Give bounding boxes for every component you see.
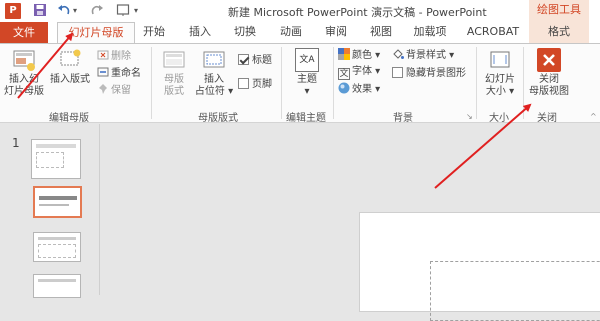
title-checkbox[interactable]: 标题	[238, 54, 272, 68]
group-divider	[333, 47, 334, 119]
undo-dropdown-icon[interactable]: ▾	[73, 3, 77, 19]
tab-view[interactable]: 视图	[364, 22, 398, 43]
drawing-tools-context-title: 绘图工具	[529, 0, 589, 22]
rename-button[interactable]: 重命名	[97, 66, 141, 81]
thumbnail-title-line	[38, 237, 76, 240]
layout-thumbnail-selected[interactable]	[33, 186, 82, 218]
thumbnail-body-box	[36, 152, 64, 168]
dropdown-arrow-icon: ▾	[446, 50, 455, 61]
close-master-view-button[interactable]: 关闭 母版视图	[527, 48, 571, 98]
dropdown-arrow-icon: ▾	[304, 86, 310, 97]
theme-icon: 文A	[295, 48, 319, 72]
slide-size-icon	[488, 48, 512, 72]
tab-review[interactable]: 审阅	[319, 22, 353, 43]
tab-transitions[interactable]: 切换	[228, 22, 262, 43]
master-layout-icon	[162, 48, 186, 72]
font-icon: 文	[338, 68, 350, 80]
group-label-close: 关闭	[537, 113, 557, 124]
color-palette-icon	[338, 48, 350, 60]
collapse-ribbon-icon[interactable]: ^	[590, 112, 597, 121]
footer-checkbox[interactable]: 页脚	[238, 78, 272, 92]
effects-button[interactable]: 效果 ▾	[338, 82, 380, 97]
close-icon	[537, 48, 561, 72]
colors-button[interactable]: 颜色 ▾	[338, 48, 380, 63]
thumbnail-title-line	[38, 279, 76, 282]
insert-slide-master-button[interactable]: 插入幻 灯片母版	[2, 48, 46, 98]
master-layout-button[interactable]: 母版 版式	[156, 48, 192, 98]
dialog-launcher-icon[interactable]: ↘	[466, 112, 473, 121]
fonts-button[interactable]: 文字体 ▾	[338, 65, 380, 80]
theme-button[interactable]: 文A 主题 ▾	[289, 48, 325, 98]
group-label-master-layout: 母版版式	[198, 113, 238, 124]
group-label-background: 背景	[393, 113, 413, 124]
insert-placeholder-button[interactable]: 插入 占位符 ▾	[194, 48, 234, 98]
ribbon: 插入幻 灯片母版 插入版式 删除 重命名 保留 编辑母版 母版 版式 插入 占位…	[0, 43, 600, 124]
slide-master-thumbnail[interactable]	[31, 139, 81, 179]
delete-icon	[97, 49, 109, 61]
pin-icon	[97, 83, 109, 95]
save-icon[interactable]	[33, 3, 47, 22]
preserve-button[interactable]: 保留	[97, 83, 131, 98]
tab-format[interactable]: 格式	[529, 22, 589, 43]
tab-addins[interactable]: 加载项	[408, 22, 452, 43]
layout-thumbnail[interactable]	[33, 274, 81, 298]
layout-thumbnail[interactable]	[33, 232, 81, 262]
tab-insert[interactable]: 插入	[183, 22, 217, 43]
checkbox-unchecked-icon	[392, 67, 403, 78]
slides-thumbnail-pane: 1	[0, 124, 100, 298]
thumbnail-title-line	[36, 144, 76, 148]
customize-qat-icon[interactable]: ▾	[134, 3, 138, 19]
background-styles-button[interactable]: 背景样式 ▾	[392, 48, 454, 63]
checkbox-checked-icon	[238, 54, 249, 65]
ribbon-tab-bar: 文件 幻灯片母版 开始 插入 切换 动画 审阅 视图 加载项 ACROBAT 格…	[0, 22, 600, 44]
dropdown-arrow-icon: ▾	[505, 86, 515, 97]
thumbnail-body-box	[38, 244, 76, 258]
start-from-beginning-icon[interactable]	[116, 3, 130, 22]
dropdown-arrow-icon: ▾	[372, 84, 381, 95]
effects-icon	[338, 82, 350, 94]
checkbox-unchecked-icon	[238, 78, 249, 89]
powerpoint-logo: P	[5, 3, 21, 19]
title-bar: P ▾ ▾ 新建 Microsoft PowerPoint 演示文稿 - Pow…	[0, 0, 600, 22]
group-label-size: 大小	[489, 113, 509, 124]
insert-layout-icon	[58, 48, 82, 72]
group-divider	[476, 47, 477, 119]
insert-slide-master-icon	[12, 48, 36, 72]
slide-number: 1	[12, 136, 20, 150]
tab-file[interactable]: 文件	[0, 22, 48, 43]
slide-canvas[interactable]	[359, 212, 600, 321]
title-placeholder[interactable]	[430, 261, 600, 321]
redo-icon[interactable]	[90, 3, 104, 22]
insert-layout-button[interactable]: 插入版式	[48, 48, 92, 86]
group-label-edit-master: 编辑母版	[49, 113, 89, 124]
tab-animations[interactable]: 动画	[274, 22, 308, 43]
group-divider	[281, 47, 282, 119]
dropdown-arrow-icon: ▾	[372, 50, 381, 61]
slide-size-button[interactable]: 幻灯片 大小 ▾	[481, 48, 519, 98]
tab-slide-master[interactable]: 幻灯片母版	[57, 22, 135, 44]
insert-placeholder-icon	[202, 48, 226, 72]
thumbnail-title-line	[39, 196, 77, 200]
dropdown-arrow-icon: ▾	[224, 86, 234, 97]
undo-icon[interactable]	[57, 3, 71, 22]
tab-home[interactable]: 开始	[137, 22, 171, 43]
dropdown-arrow-icon: ▾	[372, 66, 381, 77]
delete-button[interactable]: 删除	[97, 49, 131, 64]
rename-icon	[97, 66, 109, 78]
slide-editing-area	[101, 124, 600, 321]
thumbnail-subtitle-line	[39, 204, 69, 206]
tab-acrobat[interactable]: ACROBAT	[463, 22, 523, 43]
paint-bucket-icon	[392, 48, 404, 60]
window-title: 新建 Microsoft PowerPoint 演示文稿 - PowerPoin…	[228, 6, 487, 19]
group-label-edit-theme: 编辑主题	[286, 113, 326, 124]
group-divider	[151, 47, 152, 119]
group-divider	[523, 47, 524, 119]
hide-background-graphics-checkbox[interactable]: 隐藏背景图形	[392, 67, 466, 81]
